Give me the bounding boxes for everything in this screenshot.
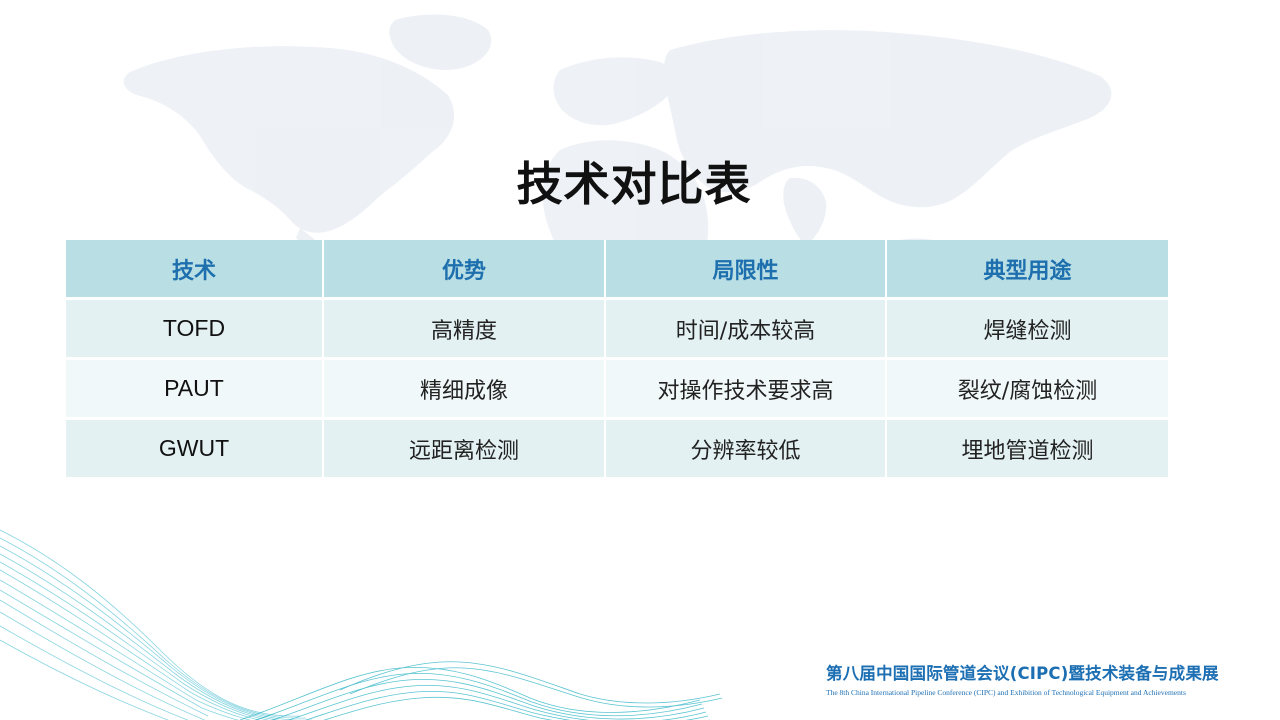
cell-typical-use: 裂纹/腐蚀检测 [887,360,1168,420]
conference-footer: 第八届中国国际管道会议(CIPC)暨技术装备与成果展 The 8th China… [826,660,1226,697]
slide-title: 技术对比表 [516,157,752,211]
table-row: GWUT 远距离检测 分辨率较低 埋地管道检测 [66,420,1168,480]
cell-typical-use: 埋地管道检测 [887,420,1168,480]
cell-advantage: 精细成像 [324,360,606,420]
header-cell-typical-use: 典型用途 [887,240,1168,300]
slide: 技术对比表 技术 优势 局限性 典型用途 TOFD 高精度 时间/成本较高 焊缝… [0,0,1280,720]
cell-limitation: 对操作技术要求高 [606,360,887,420]
conference-title-en: The 8th China International Pipeline Con… [826,688,1186,697]
header-cell-limitations: 局限性 [606,240,887,300]
cell-advantage: 远距离检测 [324,420,606,480]
table-row: PAUT 精细成像 对操作技术要求高 裂纹/腐蚀检测 [66,360,1168,420]
cell-technology: TOFD [66,300,324,360]
header-cell-advantages: 优势 [324,240,606,300]
cell-limitation: 时间/成本较高 [606,300,887,360]
table-row: TOFD 高精度 时间/成本较高 焊缝检测 [66,300,1168,360]
table-header-row: 技术 优势 局限性 典型用途 [66,240,1168,300]
cell-technology: PAUT [66,360,324,420]
cell-technology: GWUT [66,420,324,480]
comparison-table: 技术 优势 局限性 典型用途 TOFD 高精度 时间/成本较高 焊缝检测 PAU… [66,240,1168,480]
cell-typical-use: 焊缝检测 [887,300,1168,360]
cell-advantage: 高精度 [324,300,606,360]
header-cell-technology: 技术 [66,240,324,300]
cell-limitation: 分辨率较低 [606,420,887,480]
conference-title-cn: 第八届中国国际管道会议(CIPC)暨技术装备与成果展 [826,664,1219,683]
